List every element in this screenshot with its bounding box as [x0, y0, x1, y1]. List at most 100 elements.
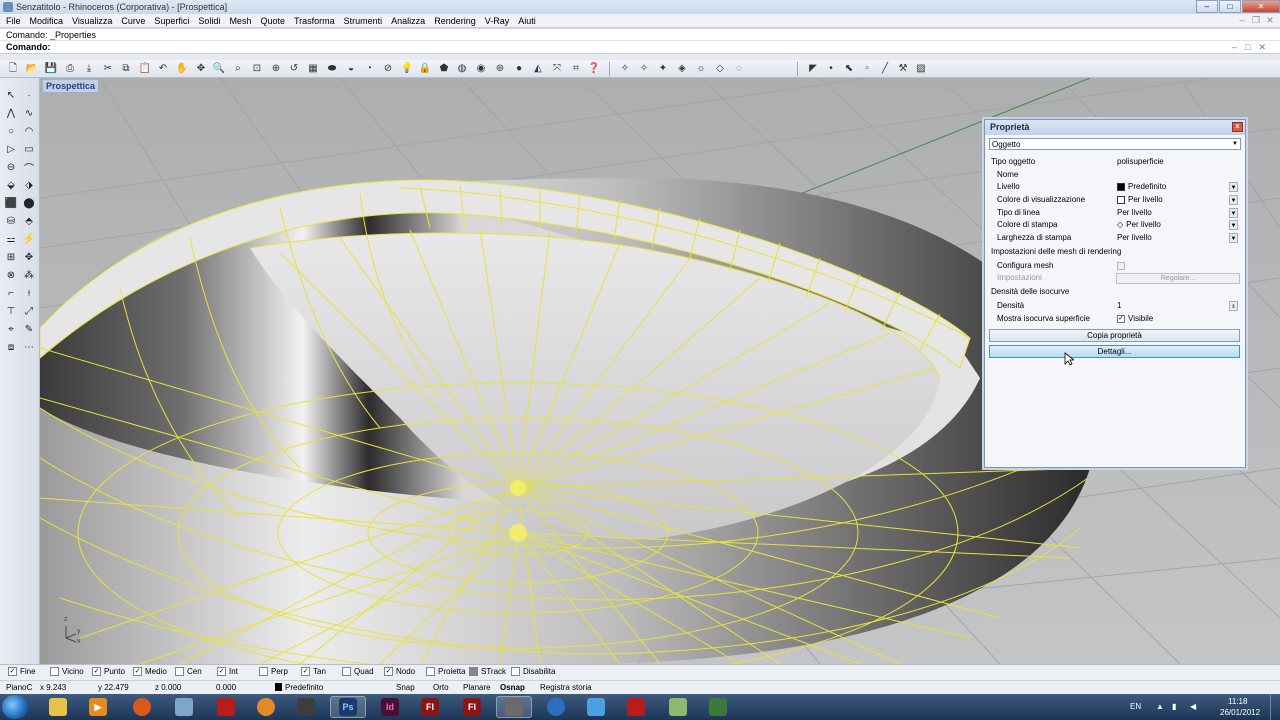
mesh-icon[interactable]: ⊞ [3, 250, 19, 265]
vray-render-icon[interactable]: ✦ [656, 62, 670, 76]
polyline-icon[interactable]: ⋀ [3, 106, 19, 121]
densita-spinner-icon[interactable]: ⇕ [1229, 301, 1238, 311]
vray-sun-icon[interactable]: ☼ [694, 62, 708, 76]
arc-icon[interactable]: ◠ [21, 124, 37, 139]
snap-square-icon[interactable]: ▫ [860, 62, 874, 76]
menu-analizza[interactable]: Analizza [387, 16, 430, 26]
vray-taskbar-button[interactable] [700, 696, 736, 718]
osnap-strack[interactable]: STrack [469, 667, 506, 676]
blender-taskbar-button[interactable] [248, 696, 284, 718]
colore-stampa-field[interactable]: ◇ Per livello [1117, 219, 1161, 231]
copy-icon[interactable]: ⧉ [119, 62, 133, 76]
menu-curve[interactable]: Curve [117, 16, 150, 26]
mdi-minimize-icon[interactable]: – [1236, 15, 1248, 26]
menu-vray[interactable]: V-Ray [481, 16, 515, 26]
larghezza-stampa-dropdown-icon[interactable]: ▼ [1229, 233, 1238, 243]
rhino-active-taskbar-button[interactable] [496, 696, 532, 718]
cplane-label[interactable]: PianoC [6, 683, 32, 692]
trim-icon[interactable]: ⌐ [3, 286, 19, 301]
snap-tool-icon[interactable]: ⚒ [896, 62, 910, 76]
undo-view-icon[interactable]: ↺ [287, 62, 301, 76]
transform-icon[interactable]: ⤧ [550, 62, 564, 76]
livello-field[interactable]: Predefinito [1117, 181, 1166, 193]
boolean-union-icon[interactable]: ⚍ [3, 232, 19, 247]
join-icon[interactable]: ⊗ [3, 268, 19, 283]
osnap-fine[interactable]: ✓ Fine [8, 667, 36, 676]
more-tools-icon[interactable]: ⋯ [21, 340, 37, 355]
vray-material-icon[interactable]: ✧ [637, 62, 651, 76]
vray-dome-icon[interactable]: ◌ [732, 62, 746, 76]
split-icon[interactable]: ⟊ [21, 286, 37, 301]
bird-app-taskbar-button[interactable] [578, 696, 614, 718]
four-viewports-icon[interactable]: ▦ [306, 62, 320, 76]
configura-mesh-checkbox[interactable] [1117, 260, 1128, 272]
text-icon[interactable]: ✎ [21, 322, 37, 337]
menu-solidi[interactable]: Solidi [194, 16, 225, 26]
acrobat-taskbar-button[interactable] [208, 696, 244, 718]
lock-objects-icon[interactable]: ⊘ [381, 62, 395, 76]
properties-close-button[interactable]: x [1232, 122, 1243, 132]
regolare-button[interactable]: Regolare... [1116, 273, 1240, 284]
dimension-icon[interactable]: ⌖ [3, 322, 19, 337]
point-icon[interactable]: · [21, 88, 37, 103]
rectangle-icon[interactable]: ▭ [21, 142, 37, 157]
snap-corner-icon[interactable]: ⬉ [842, 62, 856, 76]
tipo-linea-dropdown-icon[interactable]: ▼ [1229, 208, 1238, 218]
osnap-medio[interactable]: ✓ Medio [133, 667, 167, 676]
menu-strumenti[interactable]: Strumenti [340, 16, 388, 26]
lock-icon[interactable]: 🔒 [418, 62, 432, 76]
menu-mesh[interactable]: Mesh [225, 16, 256, 26]
extrude-icon[interactable]: ⬘ [21, 214, 37, 229]
maximize-button[interactable]: □ [1219, 0, 1241, 13]
zoom-extents-icon[interactable]: ⌕ [231, 62, 245, 76]
start-button[interactable] [2, 695, 28, 719]
command-line[interactable]: Comando: –□✕ [0, 41, 1280, 54]
planare-toggle[interactable]: Planare [463, 683, 491, 692]
network-icon[interactable]: ▮ [1172, 702, 1176, 711]
print-icon[interactable]: ⎙ [63, 62, 77, 76]
clock-time[interactable]: 11:18 [1228, 697, 1247, 706]
pan-hand-icon[interactable]: ✋ [175, 62, 189, 76]
volume-icon[interactable]: ◀ [1190, 702, 1196, 711]
densita-value[interactable]: 1 [1117, 300, 1121, 312]
acrobat-2-taskbar-button[interactable] [618, 696, 654, 718]
grid-snap-icon[interactable]: ⌗ [569, 62, 583, 76]
colore-vis-field[interactable]: Per livello [1117, 194, 1163, 206]
livello-dropdown-icon[interactable]: ▼ [1229, 182, 1238, 192]
osnap-int[interactable]: ✓ Int [217, 667, 238, 676]
show-desktop-button[interactable] [1270, 694, 1280, 720]
tray-arrow-icon[interactable]: ▲ [1156, 702, 1164, 711]
osnap-nodo[interactable]: ✓ Nodo [384, 667, 415, 676]
osnap-vicino[interactable]: Vicino [50, 667, 84, 676]
snap-image-icon[interactable]: ▨ [914, 62, 928, 76]
freeform-icon[interactable]: ⌒ [21, 160, 37, 175]
color-wheel-icon[interactable]: ◍ [455, 62, 469, 76]
menu-file[interactable]: File [2, 16, 26, 26]
zoom-selected-icon[interactable]: ⊕ [269, 62, 283, 76]
osnap-punto[interactable]: ✓ Punto [92, 667, 125, 676]
flash-taskbar-button[interactable]: Fl [412, 696, 448, 718]
menu-superfici[interactable]: Superfici [150, 16, 194, 26]
render-box-icon[interactable]: ⧈ [3, 340, 19, 355]
save-icon[interactable]: 💾 [44, 62, 58, 76]
photoshop-taskbar-button[interactable]: Ps [330, 696, 366, 718]
vray-frame-icon[interactable]: ◈ [675, 62, 689, 76]
mdi-close-icon[interactable]: ✕ [1264, 15, 1276, 26]
new-file-icon[interactable]: 🗋 [6, 62, 20, 76]
zoom-all-icon[interactable]: ⊡ [250, 62, 264, 76]
indesign-taskbar-button[interactable]: Id [372, 696, 408, 718]
rhino-taskbar-button[interactable] [166, 696, 202, 718]
select-all-icon[interactable]: ⬬ [325, 62, 339, 76]
sphere-icon[interactable]: ⬤ [21, 196, 37, 211]
menu-rendering[interactable]: Rendering [430, 16, 481, 26]
media-player-taskbar-button[interactable]: ▶ [80, 696, 116, 718]
mostra-iso-checkbox[interactable]: ✓ Visibile [1117, 313, 1153, 325]
registra-storia-toggle[interactable]: Registra storia [540, 683, 592, 692]
language-indicator[interactable]: EN [1130, 702, 1141, 711]
osnap-quad[interactable]: Quad [342, 667, 374, 676]
wireframe-sphere-icon[interactable]: ⊛ [493, 62, 507, 76]
osnap-disabilita[interactable]: Disabilita [511, 667, 555, 676]
loft-icon[interactable]: ⬗ [21, 178, 37, 193]
mdi-restore-icon[interactable]: ❐ [1250, 15, 1262, 26]
colore-stampa-dropdown-icon[interactable]: ▼ [1229, 220, 1238, 230]
